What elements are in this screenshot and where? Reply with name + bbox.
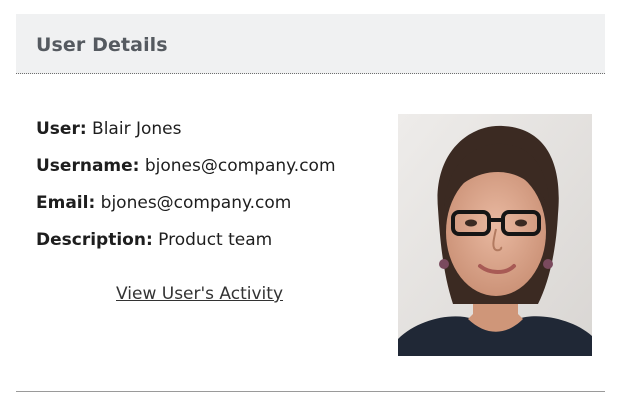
user-details-panel: User Details User: Blair Jones Username:…: [0, 0, 619, 394]
description-value: Product team: [158, 230, 273, 250]
description-label: Description:: [36, 230, 153, 250]
panel-header: User Details: [16, 14, 605, 74]
description-row: Description: Product team: [36, 229, 386, 266]
bottom-divider: [16, 391, 605, 392]
email-row: Email: bjones@company.com: [36, 192, 386, 229]
view-user-activity-link[interactable]: View User's Activity: [116, 284, 283, 304]
email-label: Email:: [36, 193, 96, 213]
username-value: bjones@company.com: [144, 156, 336, 176]
user-value: Blair Jones: [92, 119, 182, 139]
user-row: User: Blair Jones: [36, 118, 386, 155]
user-label: User:: [36, 119, 87, 139]
user-photo-icon: [398, 114, 592, 356]
username-row: Username: bjones@company.com: [36, 155, 386, 192]
user-details-list: User: Blair Jones Username: bjones@compa…: [36, 118, 386, 266]
panel-title: User Details: [36, 34, 168, 56]
email-value: bjones@company.com: [100, 193, 292, 213]
username-label: Username:: [36, 156, 140, 176]
user-photo: [398, 114, 592, 356]
